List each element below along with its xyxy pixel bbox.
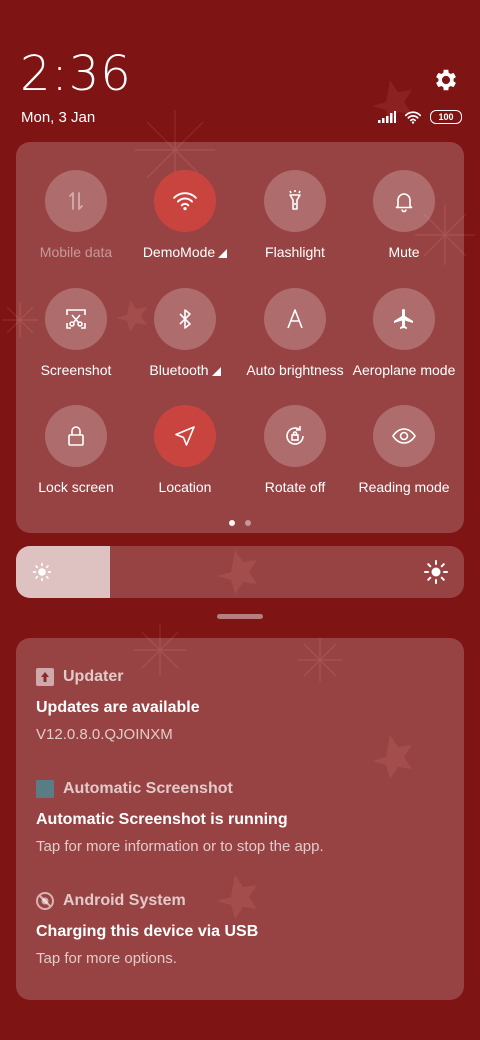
bluetooth-icon (154, 288, 216, 350)
tile-lock-screen[interactable]: Lock screen (20, 405, 132, 505)
notification-automatic-screenshot[interactable]: Automatic Screenshot Automatic Screensho… (36, 780, 456, 855)
drag-handle[interactable] (217, 614, 263, 619)
rotate-lock-icon (264, 405, 326, 467)
expand-triangle-icon (218, 249, 228, 258)
tile-auto-brightness[interactable]: Auto brightness (239, 288, 351, 388)
brightness-slider[interactable] (16, 546, 464, 598)
page-dot[interactable] (245, 520, 251, 526)
auto-brightness-icon (264, 288, 326, 350)
system-status-icons: 100 (378, 108, 462, 126)
date: Mon, 3 Jan (21, 109, 96, 126)
lock-icon (45, 405, 107, 467)
notifications-panel: Updater Updates are available V12.0.8.0.… (16, 638, 464, 1000)
notification-body: Tap for more options. (36, 950, 177, 967)
notification-title: Charging this device via USB (36, 923, 259, 940)
settings-gear-icon[interactable] (432, 66, 460, 94)
tile-mute[interactable]: Mute (348, 170, 460, 270)
brightness-low-icon (32, 562, 52, 582)
tile-label: Auto brightness (246, 362, 344, 378)
tile-label: Lock screen (38, 479, 114, 495)
bell-icon (373, 170, 435, 232)
tile-mobile-data[interactable]: Mobile data (20, 170, 132, 270)
notification-body: Tap for more information or to stop the … (36, 838, 324, 855)
notification-app-name: Automatic Screenshot (63, 780, 233, 797)
mobile-data-icon (45, 170, 107, 232)
tile-label: Aeroplane mode (352, 362, 456, 378)
app-square-icon (36, 780, 54, 798)
tile-bluetooth[interactable]: Bluetooth (129, 288, 241, 388)
tile-demomode[interactable]: DemoMode (129, 170, 241, 270)
notification-app-name: Android System (63, 892, 186, 909)
tile-reading-mode[interactable]: Reading mode (348, 405, 460, 505)
airplane-icon (373, 288, 435, 350)
tile-label: Rotate off (264, 479, 326, 495)
notification-app-name: Updater (63, 668, 124, 685)
page-dot-active[interactable] (229, 520, 235, 526)
notification-body: V12.0.8.0.QJOINXM (36, 726, 173, 743)
location-icon (154, 405, 216, 467)
tile-location[interactable]: Location (129, 405, 241, 505)
brightness-level-fill (16, 546, 111, 598)
notification-updater[interactable]: Updater Updates are available V12.0.8.0.… (36, 668, 456, 743)
tile-label: Mute (388, 244, 420, 260)
clock: 2:36 (20, 46, 132, 102)
tile-label: Location (158, 479, 212, 495)
tile-label: Reading mode (358, 479, 450, 495)
brightness-high-icon (424, 560, 448, 584)
android-system-icon (36, 892, 54, 910)
tile-rotate-off[interactable]: Rotate off (239, 405, 351, 505)
status-header: 2:36 Mon, 3 Jan 100 (0, 0, 480, 140)
tile-label: Mobile data (39, 244, 113, 260)
tile-label: Bluetooth (149, 362, 209, 378)
notification-title: Automatic Screenshot is running (36, 811, 288, 828)
wifi-icon (154, 170, 216, 232)
notification-title: Updates are available (36, 699, 200, 716)
tile-label: Screenshot (40, 362, 112, 378)
updater-icon (36, 668, 54, 686)
tile-screenshot[interactable]: Screenshot (20, 288, 132, 388)
tile-label: Flashlight (265, 244, 325, 260)
tile-aeroplane-mode[interactable]: Aeroplane mode (348, 288, 460, 388)
tile-flashlight[interactable]: Flashlight (239, 170, 351, 270)
signal-icon (378, 111, 396, 123)
flashlight-icon (264, 170, 326, 232)
expand-triangle-icon (211, 367, 221, 376)
screenshot-icon (45, 288, 107, 350)
page-indicator (16, 520, 464, 526)
wifi-status-icon (404, 110, 422, 124)
quick-settings-panel: Mobile data DemoMode Flashlight Mute Scr… (16, 142, 464, 533)
battery-icon: 100 (430, 110, 462, 124)
eye-icon (373, 405, 435, 467)
tile-label: DemoMode (142, 244, 216, 260)
notification-android-system[interactable]: Android System Charging this device via … (36, 892, 456, 967)
